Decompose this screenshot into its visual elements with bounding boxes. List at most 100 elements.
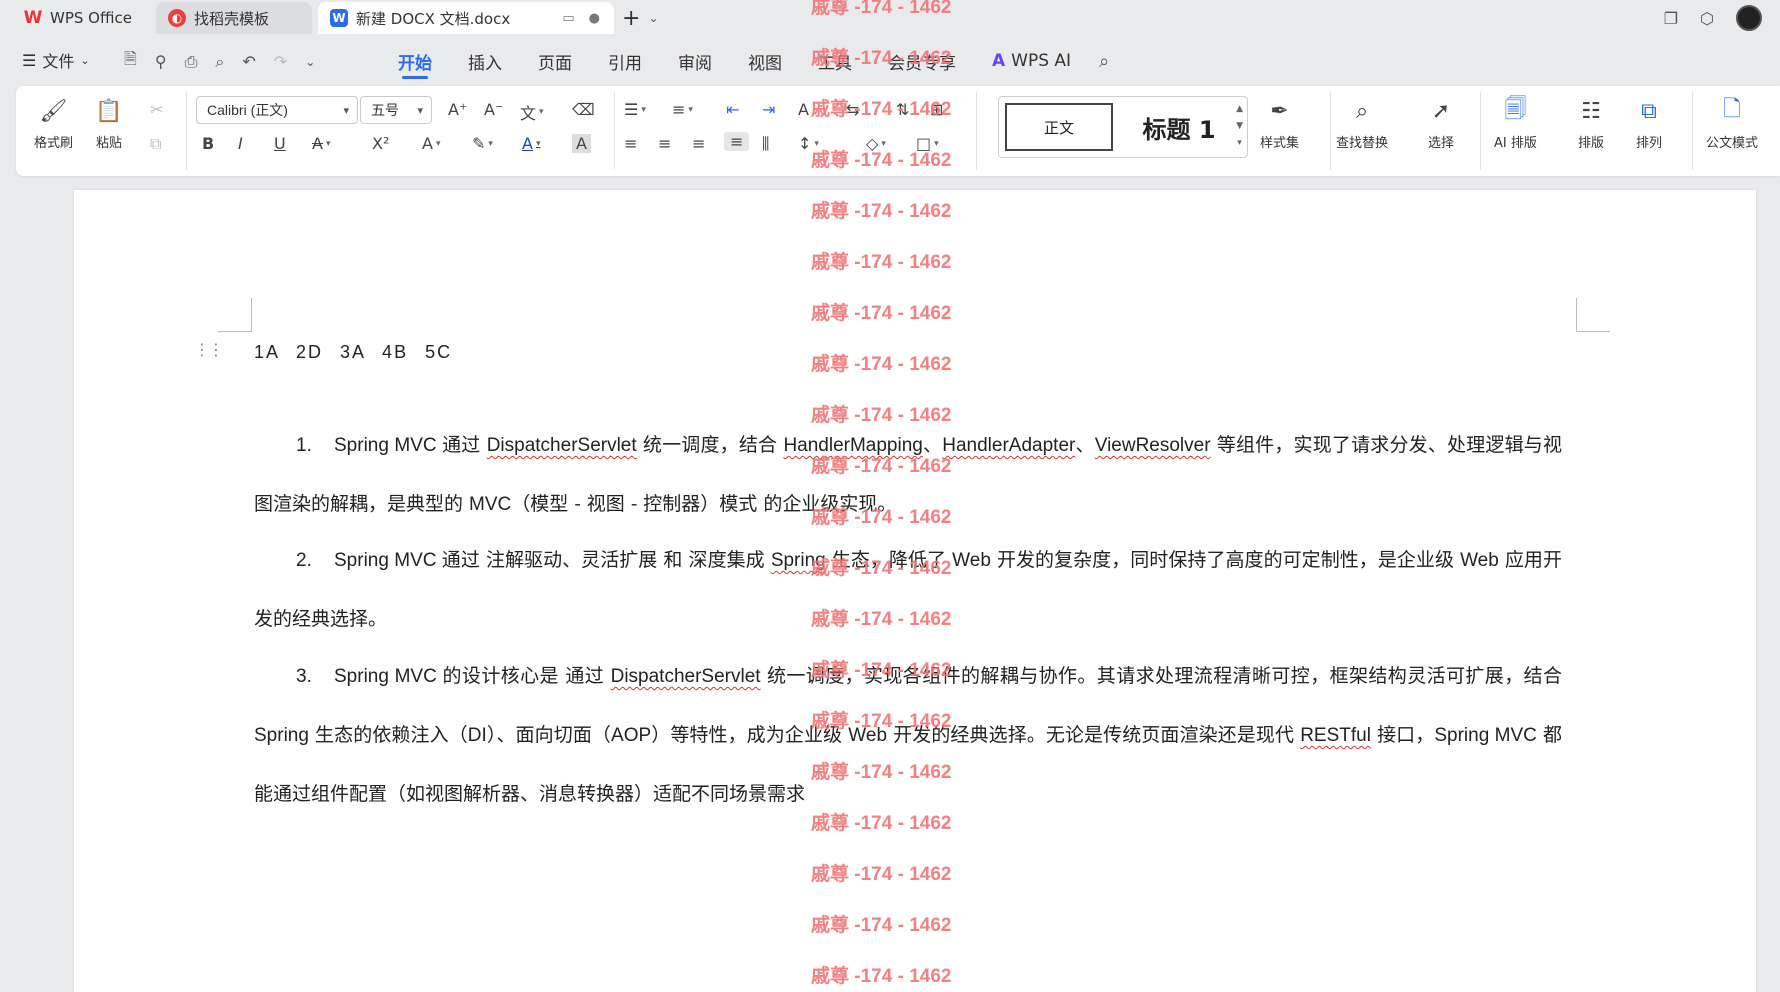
wps-ai-label: WPS AI xyxy=(1011,51,1072,71)
table-icon[interactable]: ⊞ xyxy=(930,100,943,119)
italic-button[interactable]: I xyxy=(238,134,243,153)
copy-icon[interactable]: ⧉ xyxy=(150,134,161,154)
paragraph-1: 1. Spring MVC 通过 DispatcherServlet 统一调度，结… xyxy=(254,416,1562,534)
text-direction-icon[interactable]: A xyxy=(798,100,809,119)
wps-ai-icon: A xyxy=(992,51,1006,71)
menu-tabs: 开始 插入 页面 引用 审阅 视图 工具 会员专享 A WPS AI ⌕ xyxy=(380,40,1109,82)
justify-icon[interactable]: ≡ xyxy=(724,132,750,151)
cube-icon[interactable]: ⬡ xyxy=(1700,9,1714,28)
format-painter-label: 格式刷 xyxy=(34,136,74,151)
ribbon-divider xyxy=(614,92,615,170)
shrink-font-icon[interactable]: A⁻ xyxy=(484,100,503,119)
text-effect-icon[interactable]: A ▾ xyxy=(422,134,440,153)
tab-tools[interactable]: 工具 xyxy=(800,40,870,82)
superscript-button[interactable]: X² xyxy=(372,134,389,153)
tab-view[interactable]: 视图 xyxy=(730,40,800,82)
drag-handle-icon[interactable]: ⋮⋮ xyxy=(194,340,224,359)
tab-member[interactable]: 会员专享 xyxy=(870,40,974,82)
ribbon-divider xyxy=(1480,92,1481,170)
text-run: MVC xyxy=(469,494,512,515)
sort-icon[interactable]: ⇅ xyxy=(896,100,909,119)
shading-icon[interactable]: ◇ ▾ xyxy=(866,134,886,153)
decrease-indent-icon[interactable]: ⇤ xyxy=(726,100,739,119)
text-run: ）、面向切面（ xyxy=(486,724,612,746)
paste-button[interactable]: 📋 粘贴 xyxy=(94,96,124,152)
redo-icon[interactable]: ↷ xyxy=(274,52,287,71)
bold-button[interactable]: B xyxy=(202,134,214,153)
format-icon[interactable]: ⚲ xyxy=(155,52,167,71)
cut-icon[interactable]: ✂ xyxy=(150,100,163,119)
numbered-list-icon[interactable]: ≡ ▾ xyxy=(672,100,693,119)
arrange-button[interactable]: ⧉ 排列 xyxy=(1634,96,1664,152)
tab-home[interactable]: 开始 xyxy=(380,40,450,82)
distribute-icon[interactable]: ⫼ xyxy=(762,134,769,154)
tab-wps-ai[interactable]: A WPS AI xyxy=(974,40,1089,82)
style-normal[interactable]: 正文 xyxy=(1005,103,1113,151)
menu-bar: ☰ 文件 ⌄ 🗎 ⚲ ⎙ ⌕ ↶ ↷ ⌄ 开始 插入 页面 引用 审阅 视图 工… xyxy=(0,40,1780,82)
layout-button[interactable]: ☷ 排版 xyxy=(1576,96,1606,152)
wps-logo-icon: W xyxy=(23,8,43,28)
ai-layout-button[interactable]: 🗐 AI 排版 xyxy=(1494,96,1537,151)
grow-font-icon[interactable]: A⁺ xyxy=(448,100,467,119)
clear-format-icon[interactable]: ⌫ xyxy=(572,100,595,119)
underline-button[interactable]: U xyxy=(274,134,286,153)
font-color-icon[interactable]: A ▾ xyxy=(522,134,540,153)
select-button[interactable]: ➚ 选择 xyxy=(1426,96,1456,152)
text-run: Spring MVC xyxy=(334,550,442,571)
text-run: 的设计核心是 通过 xyxy=(442,665,611,687)
official-doc-icon: 🗋 xyxy=(1723,97,1741,122)
border-icon[interactable]: □ ▾ xyxy=(916,134,939,153)
text-run: Spring MVC xyxy=(334,435,443,456)
window-restore-icon[interactable]: ❐ xyxy=(1664,9,1678,28)
find-replace-button[interactable]: ⌕ 查找替换 xyxy=(1336,96,1388,152)
bullet-list-icon[interactable]: ☰ ▾ xyxy=(624,100,646,119)
tab-references[interactable]: 引用 xyxy=(590,40,660,82)
style-heading-1[interactable]: 标题 1 xyxy=(1125,103,1233,151)
clipboard-icon: 📋 xyxy=(95,98,123,124)
search-icon[interactable]: ⌕ xyxy=(1099,51,1109,72)
pinyin-icon[interactable]: 文 ▾ xyxy=(520,100,544,124)
font-family-select[interactable]: Calibri (正文) ▾ xyxy=(196,96,358,124)
tab-review[interactable]: 审阅 xyxy=(660,40,730,82)
undo-icon[interactable]: ↶ xyxy=(242,52,255,71)
print-icon[interactable]: ⎙ xyxy=(185,52,198,72)
text-run: Spring MVC xyxy=(334,666,443,687)
tab-template[interactable]: ◐ 找稻壳模板 xyxy=(156,2,312,34)
tab-label: 找稻壳模板 xyxy=(194,9,270,28)
chevron-down-icon: ▾ xyxy=(343,104,349,117)
tab-insert[interactable]: 插入 xyxy=(450,40,520,82)
new-tab-button[interactable]: + xyxy=(622,6,640,31)
highlight-icon[interactable]: ✎ ▾ xyxy=(472,134,493,153)
convert-icon[interactable]: ⇆ xyxy=(846,100,859,119)
align-left-icon[interactable]: ≡ xyxy=(624,134,637,153)
style-scroll[interactable]: ▲ ▼ ▾ xyxy=(1236,101,1243,152)
tab-wps-office[interactable]: W WPS Office xyxy=(12,2,148,34)
increase-indent-icon[interactable]: ⇥ xyxy=(762,100,775,119)
unsaved-dot-icon[interactable]: ● xyxy=(589,11,600,26)
document-page[interactable]: ⋮⋮ 1A 2D 3A 4B 5C 1. Spring MVC 通过 Dispat… xyxy=(74,190,1756,992)
official-mode-button[interactable]: 🗋 公文模式 xyxy=(1706,96,1758,151)
align-center-icon[interactable]: ≡ xyxy=(658,134,671,153)
char-shading-icon[interactable]: A xyxy=(572,134,591,153)
tab-page[interactable]: 页面 xyxy=(520,40,590,82)
line-spacing-icon[interactable]: ↕ ▾ xyxy=(798,134,819,153)
spellcheck-word: HandlerMapping xyxy=(783,435,923,456)
file-menu[interactable]: ☰ 文件 ⌄ xyxy=(22,48,90,72)
style-set-button[interactable]: ✒ 样式集 xyxy=(1260,96,1299,152)
spellcheck-word: DispatcherServlet xyxy=(610,666,761,687)
chevron-down-icon[interactable]: ⌄ xyxy=(648,11,658,25)
monitor-icon[interactable]: ▭ xyxy=(562,11,574,26)
print-preview-icon[interactable]: ⌕ xyxy=(215,52,224,72)
margin-corner-top-right xyxy=(1576,298,1610,332)
align-right-icon[interactable]: ≡ xyxy=(692,134,705,153)
save-icon[interactable]: 🗎 xyxy=(124,48,137,75)
ribbon-divider xyxy=(976,92,977,170)
avatar[interactable] xyxy=(1736,5,1762,31)
format-painter-button[interactable]: 🖌 格式刷 xyxy=(34,96,74,152)
tab-document[interactable]: W 新建 DOCX 文档.docx ▭ ● xyxy=(318,2,614,34)
strikethrough-icon[interactable]: A ▾ xyxy=(312,134,330,153)
text-run: 通过 xyxy=(442,434,487,456)
quick-access-toolbar: 🗎 ⚲ ⎙ ⌕ ↶ ↷ ⌄ xyxy=(124,48,315,75)
more-icon[interactable]: ⌄ xyxy=(305,55,315,69)
font-size-select[interactable]: 五号 ▾ xyxy=(360,96,432,124)
